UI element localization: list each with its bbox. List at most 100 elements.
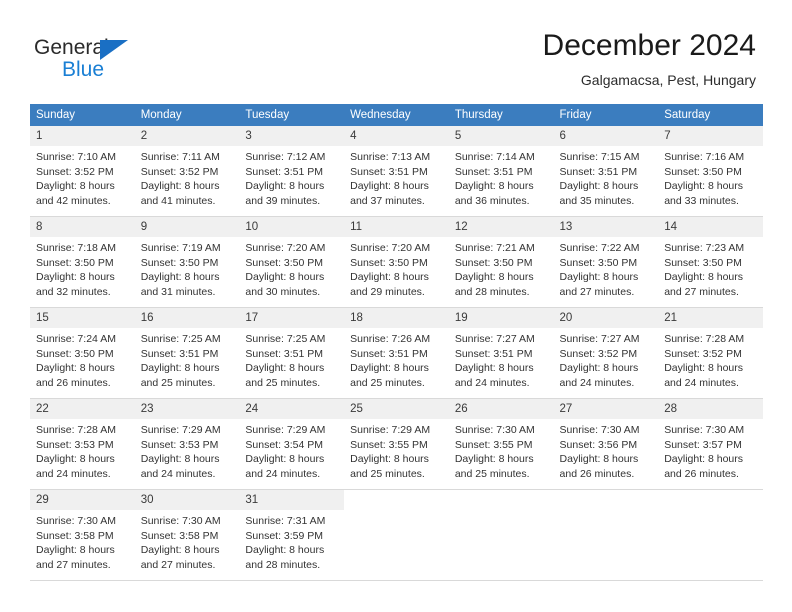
day-number: 26 <box>448 399 554 419</box>
daylight-text-line1: Daylight: 8 hours <box>245 544 325 556</box>
day-cell: Sunrise: 7:20 AM Sunset: 3:50 PM Dayligh… <box>239 237 345 308</box>
day-details: Sunrise: 7:24 AM Sunset: 3:50 PM Dayligh… <box>30 328 135 398</box>
day-number: 1 <box>30 126 135 146</box>
sunset-text: Sunset: 3:51 PM <box>140 347 219 360</box>
day-number: 19 <box>448 308 554 328</box>
sunset-text: Sunset: 3:50 PM <box>559 256 638 269</box>
day-cell: Sunrise: 7:30 AM Sunset: 3:56 PM Dayligh… <box>553 419 659 490</box>
daylight-text-line2: and 35 minutes. <box>559 194 635 207</box>
sunrise-text: Sunrise: 7:20 AM <box>350 242 431 254</box>
sunrise-text: Sunrise: 7:30 AM <box>140 515 221 527</box>
daylight-text-line1: Daylight: 8 hours <box>36 180 115 192</box>
day-details: Sunrise: 7:30 AM Sunset: 3:58 PM Dayligh… <box>30 510 135 580</box>
day-number: 5 <box>448 126 554 146</box>
day-details: Sunrise: 7:13 AM Sunset: 3:51 PM Dayligh… <box>344 146 449 216</box>
day-details-empty <box>658 510 763 580</box>
day-number-cell: 22 <box>30 398 135 419</box>
daylight-text-line1: Daylight: 8 hours <box>36 362 115 374</box>
calendar-week-row: Sunrise: 7:10 AM Sunset: 3:52 PM Dayligh… <box>30 146 763 217</box>
day-number-cell: 25 <box>344 398 449 419</box>
day-cell: Sunrise: 7:24 AM Sunset: 3:50 PM Dayligh… <box>30 328 135 399</box>
daylight-text-line2: and 24 minutes. <box>664 376 739 389</box>
sunrise-text: Sunrise: 7:14 AM <box>454 151 535 163</box>
day-number-cell <box>553 489 659 510</box>
day-details-empty <box>449 510 554 580</box>
sunset-text: Sunset: 3:57 PM <box>664 438 742 451</box>
sunrise-text: Sunrise: 7:22 AM <box>559 242 640 254</box>
day-details: Sunrise: 7:28 AM Sunset: 3:53 PM Dayligh… <box>30 419 135 489</box>
sunrise-text: Sunrise: 7:31 AM <box>245 515 326 527</box>
day-number: 7 <box>658 126 763 146</box>
day-details: Sunrise: 7:12 AM Sunset: 3:51 PM Dayligh… <box>239 146 344 216</box>
day-number: 14 <box>658 217 763 237</box>
sunset-text: Sunset: 3:51 PM <box>454 347 533 360</box>
sunrise-text: Sunrise: 7:29 AM <box>140 424 221 436</box>
day-number-cell: 31 <box>239 489 345 510</box>
daylight-text-line2: and 26 minutes. <box>559 467 635 480</box>
sunrise-text: Sunrise: 7:26 AM <box>350 333 431 345</box>
day-number-cell: 27 <box>553 398 659 419</box>
sunrise-text: Sunrise: 7:30 AM <box>559 424 640 436</box>
daylight-text-line2: and 28 minutes. <box>245 558 321 571</box>
day-number: 29 <box>30 490 135 510</box>
sunset-text: Sunset: 3:54 PM <box>245 438 324 451</box>
day-cell: Sunrise: 7:30 AM Sunset: 3:55 PM Dayligh… <box>448 419 554 490</box>
sunrise-text: Sunrise: 7:30 AM <box>454 424 535 436</box>
day-number: 12 <box>448 217 554 237</box>
day-details: Sunrise: 7:28 AM Sunset: 3:52 PM Dayligh… <box>658 328 763 398</box>
sunset-text: Sunset: 3:53 PM <box>140 438 219 451</box>
day-number: 4 <box>344 126 449 146</box>
day-details: Sunrise: 7:22 AM Sunset: 3:50 PM Dayligh… <box>554 237 659 307</box>
day-number: 24 <box>239 399 345 419</box>
daylight-text-line2: and 26 minutes. <box>664 467 739 480</box>
sunrise-text: Sunrise: 7:18 AM <box>36 242 116 254</box>
daylight-text-line1: Daylight: 8 hours <box>664 271 744 283</box>
day-number: 10 <box>239 217 345 237</box>
sunset-text: Sunset: 3:52 PM <box>140 165 219 178</box>
daylight-text-line2: and 25 minutes. <box>350 467 425 480</box>
day-cell: Sunrise: 7:15 AM Sunset: 3:51 PM Dayligh… <box>553 146 659 217</box>
day-details: Sunrise: 7:18 AM Sunset: 3:50 PM Dayligh… <box>30 237 135 307</box>
sunrise-text: Sunrise: 7:12 AM <box>245 151 326 163</box>
calendar-week-row: Sunrise: 7:30 AM Sunset: 3:58 PM Dayligh… <box>30 510 763 581</box>
day-cell: Sunrise: 7:12 AM Sunset: 3:51 PM Dayligh… <box>239 146 345 217</box>
day-details: Sunrise: 7:14 AM Sunset: 3:51 PM Dayligh… <box>449 146 554 216</box>
day-number: 9 <box>134 217 240 237</box>
day-cell: Sunrise: 7:28 AM Sunset: 3:53 PM Dayligh… <box>30 419 135 490</box>
sunset-text: Sunset: 3:50 PM <box>454 256 533 269</box>
sunrise-text: Sunrise: 7:16 AM <box>664 151 745 163</box>
day-details: Sunrise: 7:16 AM Sunset: 3:50 PM Dayligh… <box>658 146 763 216</box>
day-number-cell: 18 <box>344 307 449 328</box>
weekday-header-wednesday: Wednesday <box>344 104 449 126</box>
daylight-text-line2: and 25 minutes. <box>350 376 425 389</box>
day-cell: Sunrise: 7:27 AM Sunset: 3:52 PM Dayligh… <box>553 328 659 399</box>
daylight-text-line1: Daylight: 8 hours <box>245 362 325 374</box>
day-number: 16 <box>134 308 240 328</box>
daylight-text-line1: Daylight: 8 hours <box>350 362 429 374</box>
weekday-header-sunday: Sunday <box>30 104 135 126</box>
sunset-text: Sunset: 3:51 PM <box>245 165 324 178</box>
sunrise-text: Sunrise: 7:29 AM <box>350 424 431 436</box>
day-details: Sunrise: 7:11 AM Sunset: 3:52 PM Dayligh… <box>135 146 240 216</box>
weekday-header-thursday: Thursday <box>448 104 554 126</box>
day-details: Sunrise: 7:15 AM Sunset: 3:51 PM Dayligh… <box>554 146 659 216</box>
sunset-text: Sunset: 3:55 PM <box>350 438 428 451</box>
day-number: 27 <box>553 399 659 419</box>
sunrise-text: Sunrise: 7:23 AM <box>664 242 745 254</box>
day-details: Sunrise: 7:31 AM Sunset: 3:59 PM Dayligh… <box>239 510 344 580</box>
daylight-text-line2: and 24 minutes. <box>140 467 216 480</box>
weekday-header-tuesday: Tuesday <box>239 104 345 126</box>
sunrise-text: Sunrise: 7:20 AM <box>245 242 326 254</box>
page-header: General Blue December 2024 Galgamacsa, P… <box>0 0 792 100</box>
sunset-text: Sunset: 3:51 PM <box>559 165 638 178</box>
calendar-week-row: 22 23 24 25 26 27 28 <box>30 398 763 419</box>
daylight-text-line1: Daylight: 8 hours <box>36 453 115 465</box>
sunrise-text: Sunrise: 7:15 AM <box>559 151 640 163</box>
day-cell: Sunrise: 7:29 AM Sunset: 3:53 PM Dayligh… <box>134 419 240 490</box>
daylight-text-line1: Daylight: 8 hours <box>36 544 115 556</box>
day-cell: Sunrise: 7:10 AM Sunset: 3:52 PM Dayligh… <box>30 146 135 217</box>
day-number: 3 <box>239 126 345 146</box>
day-cell: Sunrise: 7:16 AM Sunset: 3:50 PM Dayligh… <box>658 146 763 217</box>
day-details: Sunrise: 7:23 AM Sunset: 3:50 PM Dayligh… <box>658 237 763 307</box>
logo-text-blue: Blue <box>62 58 105 81</box>
